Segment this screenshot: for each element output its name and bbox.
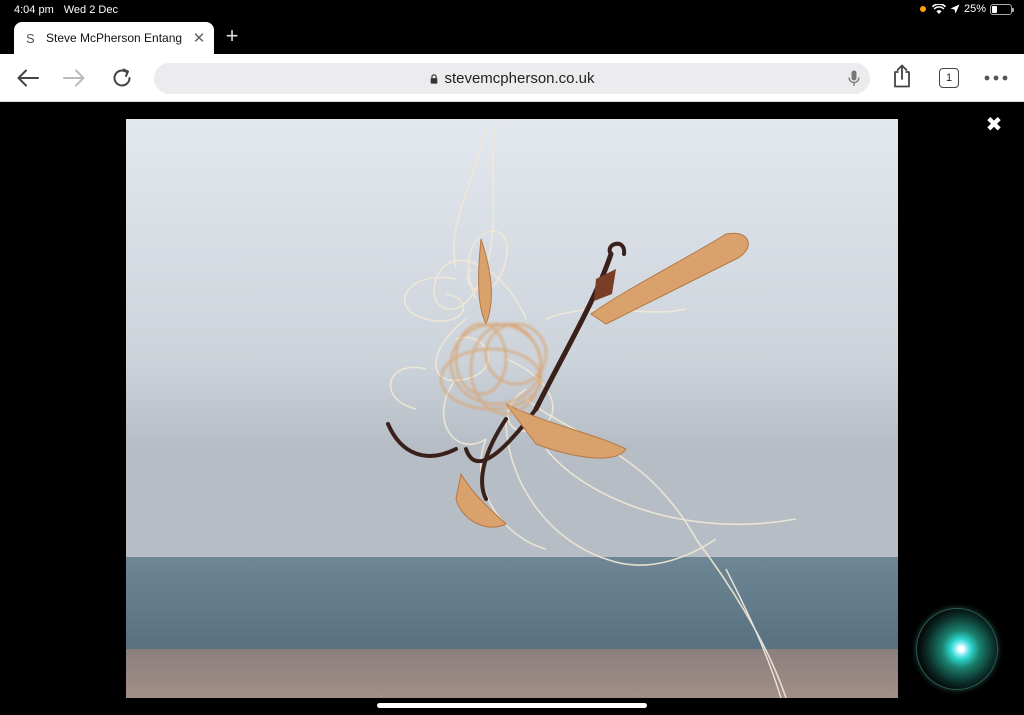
tab-steve-mcpherson[interactable]: S Steve McPherson Entang ✕ (14, 22, 214, 54)
more-icon (984, 75, 1008, 81)
browser-toolbar: stevemcpherson.co.uk 1 (0, 54, 1024, 102)
reload-icon (113, 68, 131, 87)
status-time: 4:04 pm (14, 4, 54, 16)
microphone-icon[interactable] (848, 70, 860, 87)
tab-bar: S Steve McPherson Entang ✕ + (0, 20, 1024, 54)
status-bar: 4:04 pm Wed 2 Dec 25% (0, 0, 1024, 20)
close-lightbox-button[interactable]: ✖ (984, 115, 1004, 135)
wifi-icon (931, 3, 946, 14)
new-tab-button[interactable]: + (222, 25, 242, 47)
lock-icon (431, 73, 438, 84)
battery-percent: 25% (963, 3, 986, 15)
forward-arrow-icon (63, 69, 85, 87)
location-arrow-icon (950, 4, 960, 14)
url-text: stevemcpherson.co.uk (444, 70, 595, 87)
share-button[interactable] (890, 64, 914, 88)
tab-favicon: S (26, 30, 35, 46)
tabs-icon: 1 (939, 68, 959, 88)
siri-orb-icon[interactable] (916, 608, 998, 690)
tab-title: Steve McPherson Entang (46, 31, 183, 45)
home-indicator[interactable] (377, 703, 647, 708)
back-arrow-icon (17, 69, 39, 87)
tab-close-icon[interactable]: ✕ (192, 29, 206, 47)
share-icon (894, 64, 910, 88)
hook-line-photo (126, 119, 898, 698)
address-bar[interactable]: stevemcpherson.co.uk (154, 63, 870, 94)
recording-indicator-icon (919, 6, 926, 12)
close-icon: ✖ (985, 114, 1003, 136)
tabs-button[interactable]: 1 (937, 66, 961, 90)
tab-count: 1 (945, 72, 953, 84)
status-date: Wed 2 Dec (63, 4, 118, 16)
forward-button[interactable] (62, 66, 86, 90)
lightbox-photo[interactable] (126, 119, 898, 698)
page-content: ✖ (0, 102, 1024, 715)
battery-icon (990, 3, 1014, 15)
more-button[interactable] (984, 66, 1008, 90)
back-button[interactable] (16, 66, 40, 90)
reload-button[interactable] (110, 66, 134, 90)
